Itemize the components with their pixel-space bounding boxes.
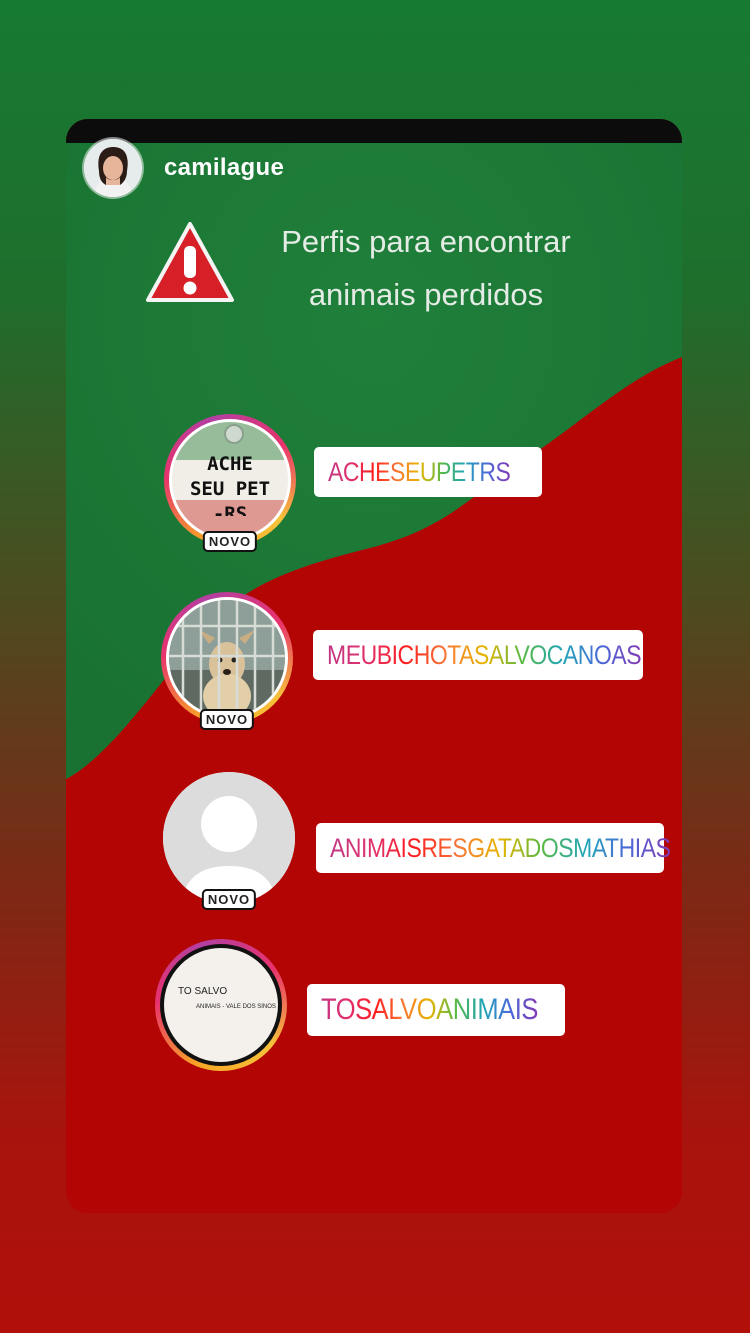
profile-photo [166,597,288,719]
mention-handle: MEUBICHOTASALVOCANOAS [327,639,642,670]
pic-text-3: -RS [212,503,248,516]
profile-picture-meubichotasalvocanoas[interactable]: NOVO [161,592,293,730]
story-card[interactable]: camilague Perfis para encontrar animais … [66,119,682,1213]
novo-badge: NOVO [201,889,257,910]
avatar-photo-icon [84,139,142,197]
mention-handle: TOSALVOANIMAIS [321,993,539,1026]
mention-sticker-animaisresgatadosmathias[interactable]: ANIMAISRESGATADOSMATHIAS [316,823,671,873]
default-avatar-icon [163,772,295,904]
novo-badge: NOVO [199,709,255,730]
pic-text-1: TO SALVO [178,986,228,997]
profile-photo [163,772,295,904]
profile-photo: ACHE SEU PET -RS [169,419,291,541]
profile-photo: TO SALVO ANIMAIS - VALE DOS SINOS [160,944,282,1066]
warning-icon [146,222,234,302]
title-line-1: Perfis para encontrar [281,224,571,259]
dog-photo-icon [169,600,285,716]
mention-sticker-acheseupetrs[interactable]: ACHESEUPETRS [314,447,542,497]
title-line-2: animais perdidos [308,277,544,312]
avatar[interactable] [84,139,142,197]
mention-handle: ACHESEUPETRS [328,456,511,487]
profile-picture-tosalvoanimais[interactable]: TO SALVO ANIMAIS - VALE DOS SINOS [155,939,287,1071]
pic-text-2: SEU PET [189,478,271,500]
profile-picture-animaisresgatadosmathias[interactable]: NOVO [163,772,295,910]
mention-sticker-meubichotasalvocanoas[interactable]: MEUBICHOTASALVOCANOAS [313,630,643,680]
novo-badge: NOVO [202,531,258,552]
mention-handle: ANIMAISRESGATADOSMATHIAS [330,832,671,863]
mention-sticker-tosalvoanimais[interactable]: TOSALVOANIMAIS [307,984,565,1036]
story-title: Perfis para encontrar animais perdidos [236,215,616,321]
story-header: camilague [84,137,284,199]
pic-text-1: ACHE [207,453,253,475]
pic-text-2: ANIMAIS - VALE DOS SINOS [196,1004,276,1010]
profile-picture-acheseupetrs[interactable]: ACHE SEU PET -RS NOVO [164,414,296,552]
username[interactable]: camilague [164,154,284,182]
